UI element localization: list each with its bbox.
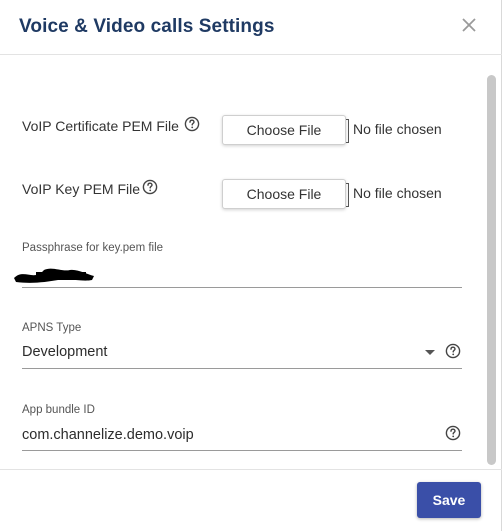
apns-type-underline [22, 368, 462, 369]
passphrase-underline [22, 287, 462, 288]
question-circle-icon[interactable] [184, 116, 200, 132]
voip-cert-file-status: No file chosen [353, 121, 442, 137]
apns-type-label: APNS Type [22, 322, 82, 334]
passphrase-label: Passphrase for key.pem file [22, 242, 164, 254]
voip-cert-label: VoIP Certificate PEM File [22, 118, 179, 134]
file-bracket [346, 183, 349, 207]
close-icon[interactable] [458, 14, 480, 36]
voip-key-label: VoIP Key PEM File [22, 181, 141, 197]
voip-key-choose-file-button[interactable]: Choose File [222, 179, 346, 209]
bundle-id-underline [22, 450, 462, 451]
chevron-down-icon[interactable] [425, 350, 435, 355]
scrollbar[interactable] [487, 75, 497, 465]
dialog-header: Voice & Video calls Settings [0, 0, 502, 55]
passphrase-input[interactable] [14, 260, 462, 286]
bundle-id-label: App bundle ID [22, 404, 95, 416]
dialog-title: Voice & Video calls Settings [19, 16, 275, 37]
redaction-scribble [14, 268, 94, 283]
question-circle-icon[interactable] [142, 179, 158, 195]
file-bracket [346, 119, 349, 143]
save-button[interactable]: Save [417, 482, 481, 518]
question-circle-icon[interactable] [445, 425, 461, 441]
apns-type-select[interactable]: Development [22, 344, 107, 360]
voip-cert-choose-file-button[interactable]: Choose File [222, 115, 346, 145]
question-circle-icon[interactable] [445, 343, 461, 359]
scrollbar-thumb[interactable] [487, 75, 496, 465]
bundle-id-input[interactable]: com.channelize.demo.voip [22, 427, 194, 443]
voip-key-file-status: No file chosen [353, 185, 442, 201]
settings-dialog: Voice & Video calls Settings VoIP Certif… [0, 0, 502, 531]
